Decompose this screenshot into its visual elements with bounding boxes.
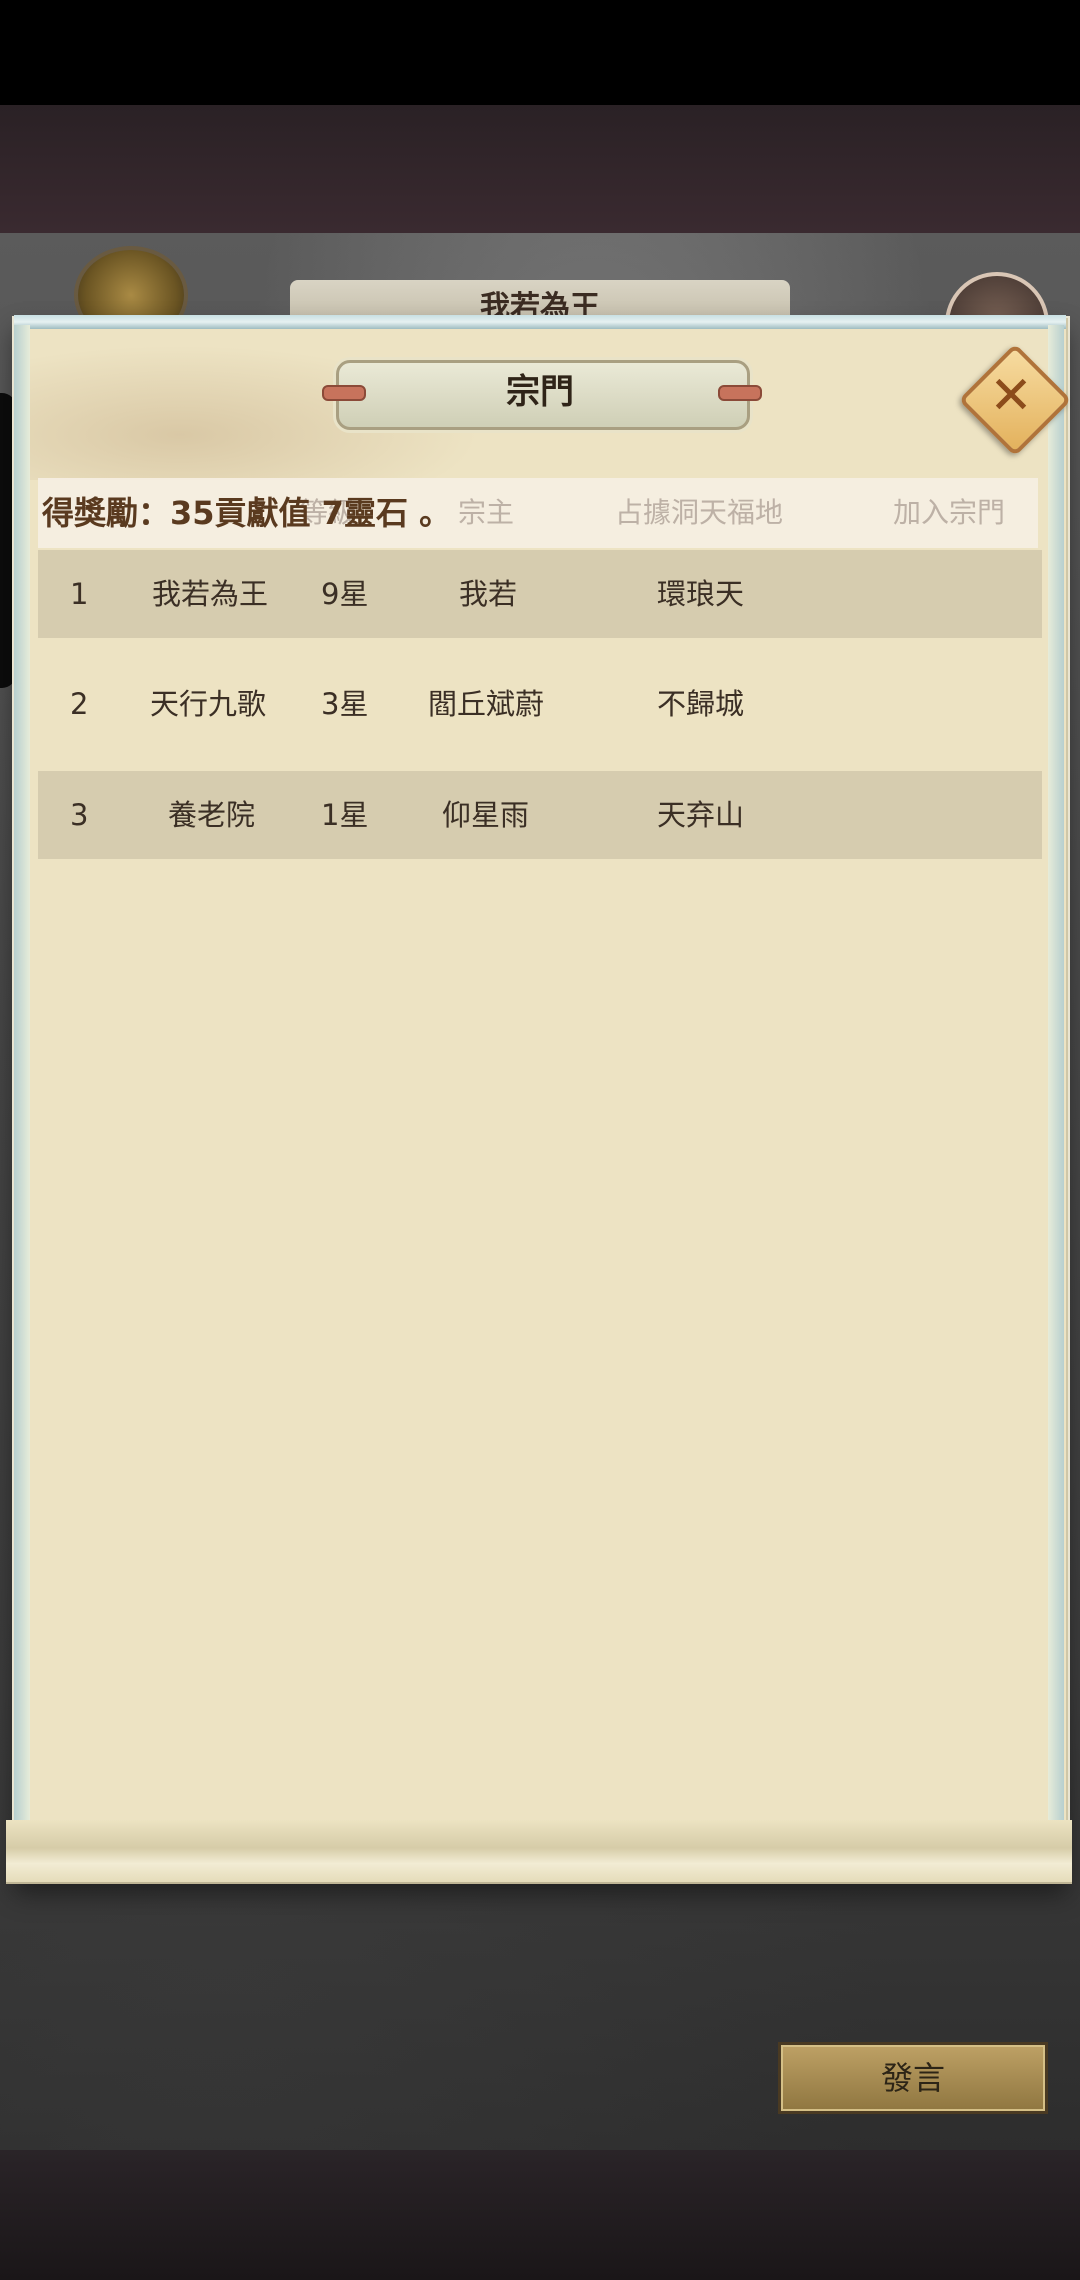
row-level: 3星	[321, 687, 369, 721]
row-territory: 天弃山	[657, 798, 745, 832]
close-icon[interactable]: ✕	[975, 360, 1047, 432]
reward-banner: 得獎勵：35貢獻值 7靈石 。	[42, 494, 452, 532]
row-rank: 1	[70, 577, 89, 611]
status-bar	[0, 0, 1080, 105]
row-name: 養老院	[168, 798, 256, 832]
row-leader: 我若	[459, 577, 518, 611]
scroll-edge-right	[1048, 325, 1064, 1875]
speak-button[interactable]: 發言	[778, 2042, 1048, 2114]
row-territory: 環琅天	[657, 577, 745, 611]
row-rank: 3	[70, 798, 89, 832]
scroll-rod-top	[14, 315, 1066, 329]
scroll-edge-left	[14, 325, 30, 1875]
row-level: 1星	[321, 798, 369, 832]
row-name: 天行九歌	[150, 687, 267, 721]
bottom-band	[0, 2150, 1080, 2280]
scroll-bottom-curl	[6, 1820, 1072, 1884]
row-rank: 2	[70, 687, 89, 721]
row-leader: 閻丘斌蔚	[428, 687, 545, 721]
game-screen: 我若為王 宗門 ✕ 等級 宗主 占據洞天福地 加入宗門 得獎勵：35貢獻值 7靈…	[0, 0, 1080, 2280]
top-band	[0, 105, 1080, 233]
dialog-title: 宗門	[506, 372, 574, 412]
row-leader: 仰星雨	[442, 798, 530, 832]
row-level: 9星	[321, 577, 369, 611]
row-territory: 不歸城	[657, 687, 745, 721]
row-name: 我若為王	[152, 577, 269, 611]
